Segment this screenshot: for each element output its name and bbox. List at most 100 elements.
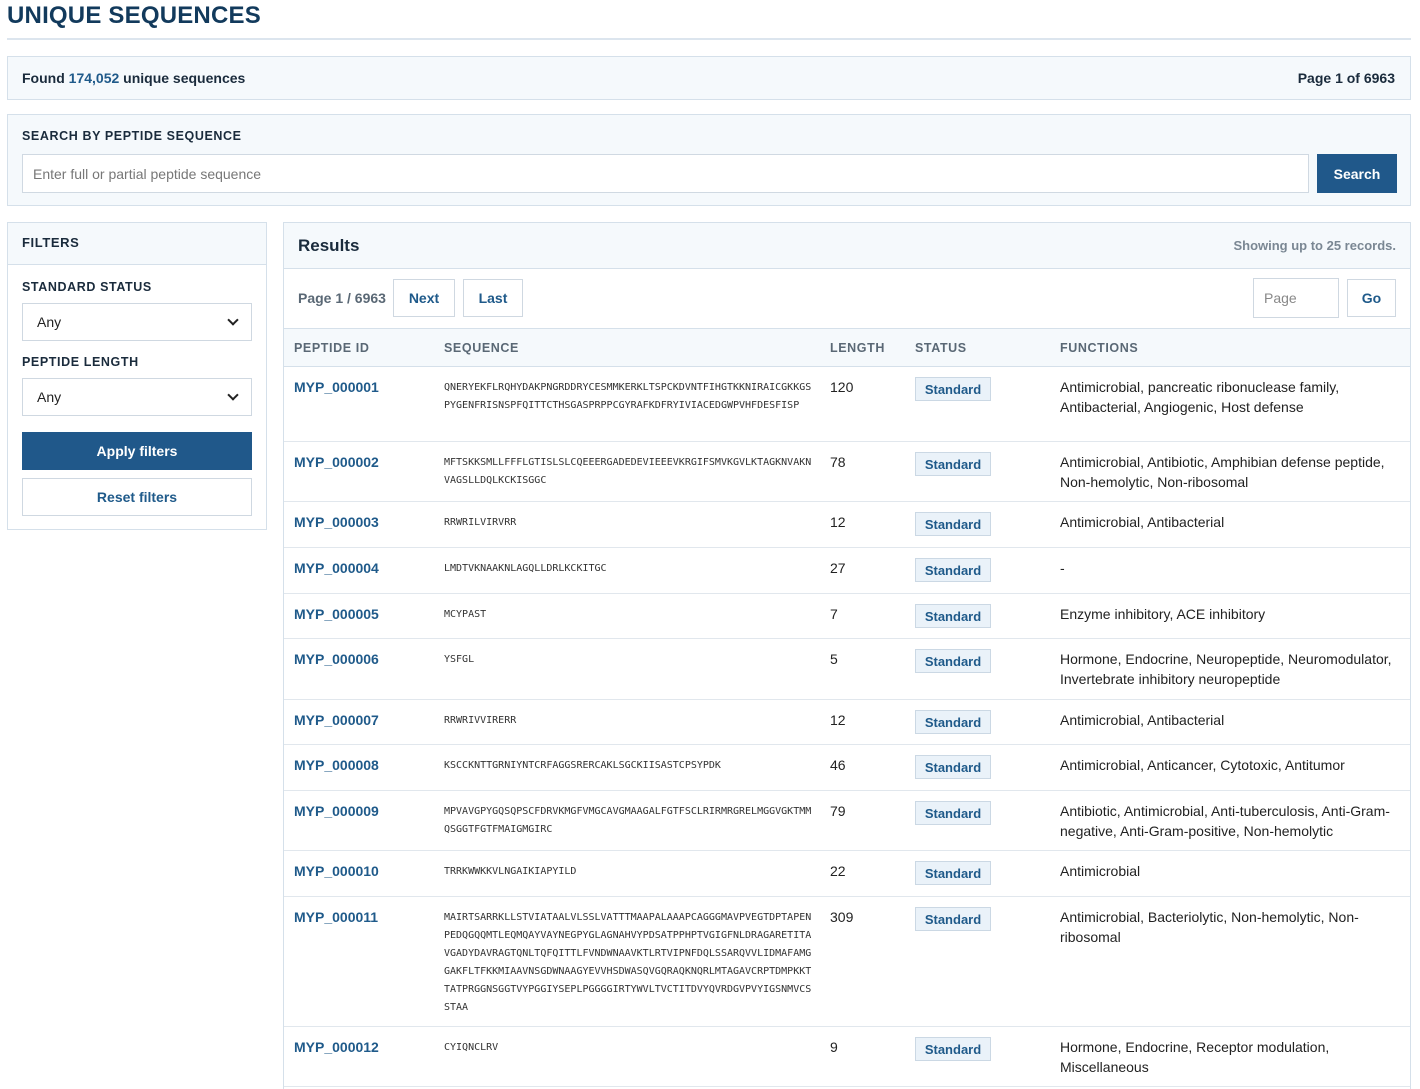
sequence-cell: CYIQNCLRV (444, 1042, 499, 1053)
status-badge: Standard (915, 377, 991, 401)
filters-title: FILTERS (8, 223, 266, 265)
peptide-id-link[interactable]: MYP_000011 (294, 909, 378, 925)
length-cell: 7 (830, 606, 838, 622)
page-info: Page 1 / 6963 (298, 290, 386, 306)
status-badge: Standard (915, 710, 991, 734)
peptide-length-value: Any (37, 389, 62, 405)
column-header-sequence: SEQUENCE (444, 341, 519, 355)
status-badge: Standard (915, 801, 991, 825)
page-number-input[interactable] (1253, 278, 1339, 318)
results-note: Showing up to 25 records. (1233, 238, 1396, 253)
peptide-length-select[interactable]: Any (22, 378, 252, 416)
peptide-id-link[interactable]: MYP_000009 (294, 803, 379, 819)
peptide-id-link[interactable]: MYP_000003 (294, 514, 379, 530)
chevron-down-icon (227, 314, 239, 326)
peptide-id-link[interactable]: MYP_000006 (294, 651, 379, 667)
standard-status-select[interactable]: Any (22, 303, 252, 341)
sequence-cell: MFTSKKSMLLFFFLGTISLSLCQEEERGADEDEVIEEEVK… (444, 457, 812, 486)
status-badge: Standard (915, 558, 991, 582)
functions-cell: Antibiotic, Antimicrobial, Anti-tubercul… (1060, 803, 1390, 839)
status-badge: Standard (915, 861, 991, 885)
functions-cell: Antimicrobial, Antibacterial (1060, 514, 1225, 530)
peptide-id-link[interactable]: MYP_000012 (294, 1039, 379, 1055)
length-cell: 120 (830, 379, 854, 395)
status-badge: Standard (915, 604, 991, 628)
sequence-cell: RRWRILVIRVRR (444, 517, 517, 528)
results-table-body: MYP_000001 QNERYEKFLRQHYDAKPNGRDDRYCESMM… (284, 367, 1410, 1087)
functions-cell: Antimicrobial, Antibiotic, Amphibian def… (1060, 454, 1385, 490)
length-cell: 27 (830, 560, 846, 576)
functions-cell: Antimicrobial, pancreatic ribonuclease f… (1060, 379, 1340, 415)
table-row: MYP_000008 KSCCKNTTGRNIYNTCRFAGGSRERCAKL… (284, 745, 1410, 791)
status-badge: Standard (915, 1037, 991, 1061)
functions-cell: Enzyme inhibitory, ACE inhibitory (1060, 606, 1266, 622)
found-count: 174,052 (68, 70, 120, 86)
found-suffix: unique sequences (123, 70, 246, 86)
column-header-functions: FUNCTIONS (1060, 341, 1139, 355)
functions-cell: Hormone, Endocrine, Receptor modulation,… (1060, 1039, 1330, 1075)
sequence-cell: QNERYEKFLRQHYDAKPNGRDDRYCESMMKERKLTSPCKD… (444, 382, 812, 411)
found-count-text: Found 174,052 unique sequences (22, 70, 245, 86)
length-cell: 22 (830, 863, 846, 879)
peptide-length-label: PEPTIDE LENGTH (22, 355, 139, 369)
sequence-cell: TRRKWWKKVLNGAIKIAPYILD (444, 866, 577, 877)
peptide-id-link[interactable]: MYP_000001 (294, 379, 379, 395)
search-button[interactable]: Search (1317, 154, 1397, 193)
sequence-cell: LMDTVKNAAKNLAGQLLDRLKCKITGC (444, 563, 607, 574)
reset-filters-button[interactable]: Reset filters (22, 478, 252, 516)
found-prefix: Found (22, 70, 65, 86)
results-header: Results Showing up to 25 records. (284, 223, 1410, 269)
table-row: MYP_000007 RRWRIVVIRERR 12 Standard Anti… (284, 700, 1410, 745)
sequence-cell: KSCCKNTTGRNIYNTCRFAGGSRERCAKLSGCKIISASTC… (444, 760, 721, 771)
search-label: SEARCH BY PEPTIDE SEQUENCE (22, 129, 242, 143)
table-row: MYP_000010 TRRKWWKKVLNGAIKIAPYILD 22 Sta… (284, 851, 1410, 897)
peptide-id-link[interactable]: MYP_000002 (294, 454, 379, 470)
column-header-length: LENGTH (830, 341, 885, 355)
table-row: MYP_000006 YSFGL 5 Standard Hormone, End… (284, 639, 1410, 700)
length-cell: 12 (830, 514, 846, 530)
peptide-id-link[interactable]: MYP_000010 (294, 863, 379, 879)
table-row: MYP_000005 MCYPAST 7 Standard Enzyme inh… (284, 594, 1410, 639)
table-row: MYP_000003 RRWRILVIRVRR 12 Standard Anti… (284, 502, 1410, 548)
peptide-id-link[interactable]: MYP_000008 (294, 757, 379, 773)
table-row: MYP_000001 QNERYEKFLRQHYDAKPNGRDDRYCESMM… (284, 367, 1410, 442)
go-button[interactable]: Go (1347, 279, 1396, 317)
sequence-cell: RRWRIVVIRERR (444, 715, 517, 726)
peptide-id-link[interactable]: MYP_000007 (294, 712, 379, 728)
search-panel: SEARCH BY PEPTIDE SEQUENCE Search (7, 114, 1411, 206)
search-input[interactable] (22, 154, 1309, 193)
pagination-bar: Page 1 / 6963 Next Last Go (284, 269, 1410, 329)
status-badge: Standard (915, 649, 991, 673)
length-cell: 46 (830, 757, 846, 773)
apply-filters-button[interactable]: Apply filters (22, 432, 252, 470)
sequence-cell: MPVAVGPYGQSQPSCFDRVKMGFVMGCAVGMAAGALFGTF… (444, 806, 812, 835)
sequence-cell: MCYPAST (444, 609, 487, 620)
table-header: PEPTIDE ID SEQUENCE LENGTH STATUS FUNCTI… (284, 329, 1410, 367)
results-title: Results (298, 235, 360, 255)
functions-cell: Antimicrobial (1060, 863, 1141, 879)
next-page-button[interactable]: Next (393, 279, 455, 317)
status-badge: Standard (915, 755, 991, 779)
sequence-cell: YSFGL (444, 654, 475, 665)
functions-cell: Antimicrobial, Antibacterial (1060, 712, 1225, 728)
length-cell: 79 (830, 803, 846, 819)
table-row: MYP_000004 LMDTVKNAAKNLAGQLLDRLKCKITGC 2… (284, 548, 1410, 594)
peptide-id-link[interactable]: MYP_000005 (294, 606, 379, 622)
last-page-button[interactable]: Last (463, 279, 523, 317)
length-cell: 9 (830, 1039, 838, 1055)
table-row: MYP_000012 CYIQNCLRV 9 Standard Hormone,… (284, 1027, 1410, 1087)
functions-cell: Antimicrobial, Anticancer, Cytotoxic, An… (1060, 757, 1345, 773)
length-cell: 309 (830, 909, 854, 925)
sequence-cell: MAIRTSARRKLLSTVIATAALVLSSLVATTTMAAPALAAA… (444, 912, 812, 1013)
functions-cell: Antimicrobial, Bacteriolytic, Non-hemoly… (1060, 909, 1359, 945)
column-header-status: STATUS (915, 341, 967, 355)
status-badge: Standard (915, 907, 991, 931)
status-badge: Standard (915, 452, 991, 476)
results-summary: Found 174,052 unique sequences Page 1 of… (7, 56, 1411, 100)
length-cell: 12 (830, 712, 846, 728)
chevron-down-icon (227, 389, 239, 401)
page-indicator: Page 1 of 6963 (1297, 70, 1395, 86)
standard-status-value: Any (37, 314, 62, 330)
peptide-id-link[interactable]: MYP_000004 (294, 560, 379, 576)
column-header-id: PEPTIDE ID (294, 341, 370, 355)
